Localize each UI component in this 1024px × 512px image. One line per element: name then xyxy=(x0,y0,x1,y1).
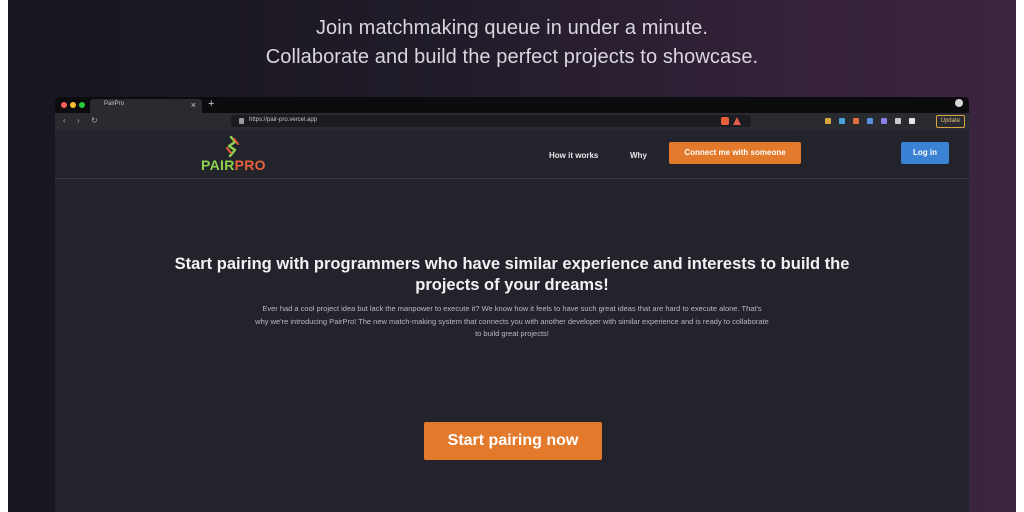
site-logo[interactable]: PAIRPRO xyxy=(201,157,266,173)
maximize-window-dot[interactable] xyxy=(79,102,85,108)
browser-toolbar: ‹ › ↻ https://pair-pro.vercel.app Update xyxy=(55,113,969,130)
browser-tab[interactable]: PairPro × xyxy=(90,99,202,113)
extension-icon[interactable] xyxy=(881,118,887,124)
site-header: PAIRPRO How it works Why Connect me with… xyxy=(55,130,969,179)
reload-icon[interactable]: ↻ xyxy=(91,116,98,126)
logo-pro-text: PRO xyxy=(234,157,266,173)
lock-icon xyxy=(239,118,244,124)
hero-tagline-2: Collaborate and build the perfect projec… xyxy=(265,46,759,68)
back-icon[interactable]: ‹ xyxy=(63,116,66,126)
puzzle-icon[interactable] xyxy=(909,118,915,124)
forward-icon[interactable]: › xyxy=(77,116,80,126)
tab-close-icon[interactable]: × xyxy=(191,99,196,111)
browser-window: PairPro × + ‹ › ↻ https://pair-pro.verce… xyxy=(55,97,969,512)
minimize-window-dot[interactable] xyxy=(70,102,76,108)
extension-icon[interactable] xyxy=(867,118,873,124)
extension-icon[interactable] xyxy=(825,118,831,124)
extension-icon[interactable] xyxy=(839,118,845,124)
address-url: https://pair-pro.vercel.app xyxy=(249,117,318,123)
extension-icon[interactable] xyxy=(895,118,901,124)
new-tab-icon[interactable]: + xyxy=(208,98,214,111)
extension-icon[interactable] xyxy=(853,118,859,124)
address-bar[interactable]: https://pair-pro.vercel.app xyxy=(231,115,751,127)
logo-pair-text: PAIR xyxy=(201,157,235,173)
browser-tab-title: PairPro xyxy=(104,101,125,107)
showcase-frame: Join matchmaking queue in under a minute… xyxy=(8,0,1016,512)
connect-button[interactable]: Connect me with someone xyxy=(669,142,801,164)
browser-settings-icon[interactable] xyxy=(955,99,963,107)
page-description: Ever had a cool project idea but lack th… xyxy=(255,304,769,338)
page-headline: Start pairing with programmers who have … xyxy=(174,255,850,294)
browser-tab-bar: PairPro × + xyxy=(55,97,969,113)
shield-icon[interactable] xyxy=(721,117,729,125)
update-button[interactable]: Update xyxy=(935,115,965,128)
start-pairing-button[interactable]: Start pairing now xyxy=(424,422,602,460)
site-page: PAIRPRO How it works Why Connect me with… xyxy=(55,130,969,512)
pairpro-logo-icon xyxy=(226,136,239,158)
login-button[interactable]: Log in xyxy=(901,142,949,164)
rewards-icon[interactable] xyxy=(733,117,741,125)
nav-link-why[interactable]: Why xyxy=(630,151,647,160)
hero-tagline-1: Join matchmaking queue in under a minute… xyxy=(315,17,709,39)
close-window-dot[interactable] xyxy=(61,102,67,108)
nav-link-how-it-works[interactable]: How it works xyxy=(549,151,598,160)
